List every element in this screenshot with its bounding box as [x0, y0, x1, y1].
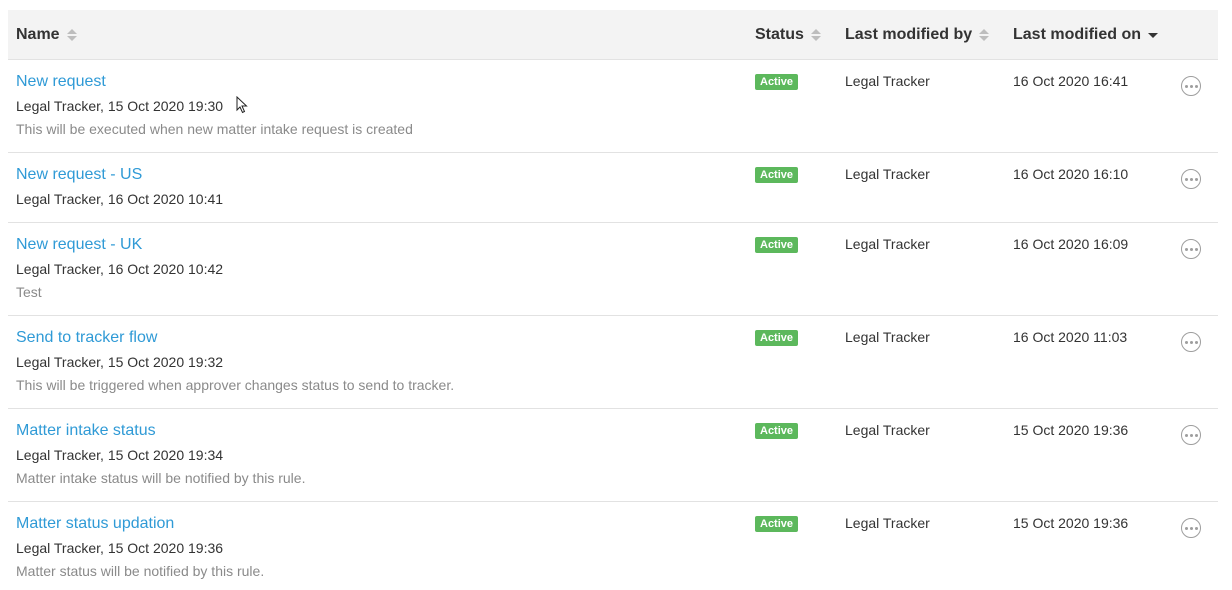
last-modified-by: Legal Tracker — [845, 73, 930, 89]
last-modified-on: 16 Oct 2020 16:09 — [1013, 236, 1129, 252]
column-header-name-label: Name — [16, 25, 60, 43]
more-options-icon[interactable] — [1181, 518, 1201, 538]
column-header-last-modified-by[interactable]: Last modified by — [845, 10, 990, 59]
table-row: New request - US Legal Tracker, 16 Oct 2… — [8, 153, 1218, 223]
rule-created-info: Legal Tracker, 16 Oct 2020 10:42 — [16, 261, 224, 277]
table-row: Send to tracker flow Legal Tracker, 15 O… — [8, 316, 1218, 409]
rule-created-info: Legal Tracker, 15 Oct 2020 19:34 — [16, 447, 224, 463]
column-header-last-modified-by-label: Last modified by — [845, 25, 973, 43]
rule-name-link[interactable]: Matter status updation — [16, 514, 264, 534]
sort-icon — [979, 28, 990, 42]
table-row: New request - UK Legal Tracker, 16 Oct 2… — [8, 223, 1218, 316]
status-badge: Active — [755, 167, 799, 183]
rule-name-cell: New request - UK Legal Tracker, 16 Oct 2… — [16, 235, 223, 301]
last-modified-by: Legal Tracker — [845, 515, 930, 531]
column-header-status-label: Status — [755, 25, 804, 43]
last-modified-on: 15 Oct 2020 19:36 — [1013, 515, 1129, 531]
rule-name-link[interactable]: New request - UK — [16, 235, 223, 255]
rule-created-info: Legal Tracker, 15 Oct 2020 19:30 — [16, 98, 224, 114]
rules-table: Name Status Last modified by Last modifi… — [8, 10, 1218, 590]
rule-description: Matter status will be notified by this r… — [16, 563, 265, 579]
rule-description: This will be triggered when approver cha… — [16, 377, 455, 393]
sort-desc-icon — [1148, 28, 1158, 42]
mouse-cursor-icon — [236, 96, 248, 114]
rule-name-cell: New request Legal Tracker, 15 Oct 2020 1… — [16, 72, 413, 138]
rule-name-link[interactable]: New request - US — [16, 165, 223, 185]
last-modified-on: 16 Oct 2020 16:41 — [1013, 73, 1129, 89]
last-modified-by: Legal Tracker — [845, 236, 930, 252]
more-options-icon[interactable] — [1181, 169, 1201, 189]
rule-description: Test — [16, 284, 42, 300]
status-badge: Active — [755, 330, 799, 346]
table-row: Matter intake status Legal Tracker, 15 O… — [8, 409, 1218, 502]
rule-name-link[interactable]: Send to tracker flow — [16, 328, 454, 348]
rule-created-info: Legal Tracker, 15 Oct 2020 19:32 — [16, 354, 224, 370]
more-options-icon[interactable] — [1181, 425, 1201, 445]
table-row: Matter status updation Legal Tracker, 15… — [8, 502, 1218, 590]
rule-description: This will be executed when new matter in… — [16, 121, 413, 137]
more-options-icon[interactable] — [1181, 76, 1201, 96]
rule-created-info: Legal Tracker, 16 Oct 2020 10:41 — [16, 191, 224, 207]
rule-name-cell: Send to tracker flow Legal Tracker, 15 O… — [16, 328, 454, 394]
last-modified-on: 16 Oct 2020 16:10 — [1013, 166, 1129, 182]
last-modified-on: 15 Oct 2020 19:36 — [1013, 422, 1129, 438]
status-badge: Active — [755, 423, 799, 439]
last-modified-by: Legal Tracker — [845, 329, 930, 345]
last-modified-by: Legal Tracker — [845, 422, 930, 438]
column-header-last-modified-on-label: Last modified on — [1013, 25, 1141, 43]
status-badge: Active — [755, 74, 799, 90]
status-badge: Active — [755, 237, 799, 253]
sort-icon — [66, 28, 77, 42]
rule-name-cell: Matter status updation Legal Tracker, 15… — [16, 514, 264, 580]
sort-icon — [810, 28, 821, 42]
column-header-last-modified-on[interactable]: Last modified on — [1013, 10, 1158, 59]
last-modified-by: Legal Tracker — [845, 166, 930, 182]
last-modified-on: 16 Oct 2020 11:03 — [1013, 329, 1128, 345]
rule-name-cell: New request - US Legal Tracker, 16 Oct 2… — [16, 165, 223, 208]
rule-name-link[interactable]: New request — [16, 72, 413, 92]
table-row: New request Legal Tracker, 15 Oct 2020 1… — [8, 60, 1218, 153]
more-options-icon[interactable] — [1181, 332, 1201, 352]
rule-created-info: Legal Tracker, 15 Oct 2020 19:36 — [16, 540, 224, 556]
table-header: Name Status Last modified by Last modifi… — [8, 10, 1218, 60]
more-options-icon[interactable] — [1181, 239, 1201, 259]
column-header-name[interactable]: Name — [16, 10, 77, 59]
rule-name-link[interactable]: Matter intake status — [16, 421, 305, 441]
rule-name-cell: Matter intake status Legal Tracker, 15 O… — [16, 421, 305, 487]
rule-description: Matter intake status will be notified by… — [16, 470, 306, 486]
status-badge: Active — [755, 516, 799, 532]
column-header-status[interactable]: Status — [755, 10, 821, 59]
